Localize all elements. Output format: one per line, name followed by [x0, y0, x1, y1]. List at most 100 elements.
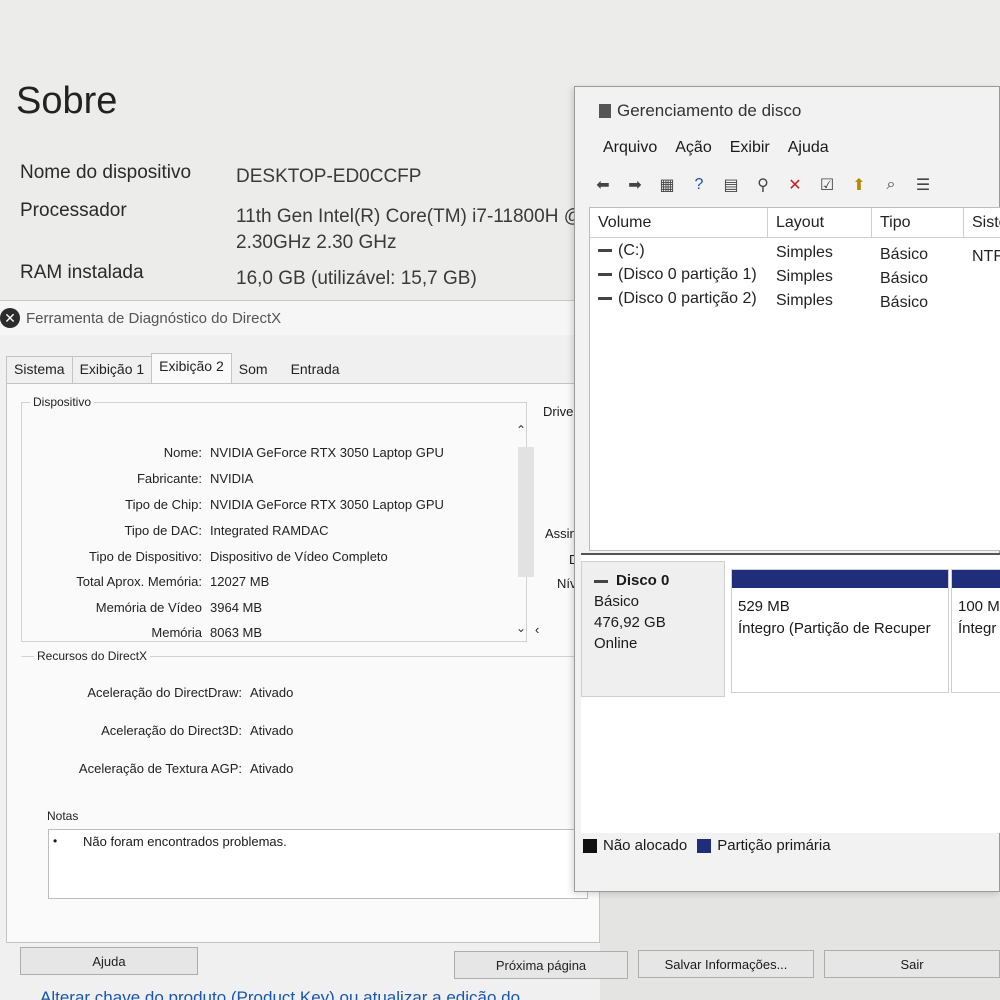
- partition-bar: [952, 570, 1000, 588]
- disk-graph-area: Disco 0 Básico 476,92 GB Online 529 MB Í…: [581, 553, 1000, 833]
- resource-value: Ativado: [250, 761, 294, 776]
- partition-status: Íntegr: [958, 620, 997, 637]
- disk-legend: Não alocado Partição primária: [583, 837, 831, 854]
- partition-text: 100 M Íntegr: [952, 588, 1000, 648]
- legend-unallocated: Não alocado: [583, 837, 687, 854]
- scroll-up-icon[interactable]: ⌃: [516, 423, 526, 437]
- connect-icon[interactable]: ⚲: [751, 173, 775, 197]
- ram-value: 16,0 GB (utilizável: 15,7 GB): [236, 268, 477, 289]
- device-scrollbar[interactable]: ⌃ ⌄: [512, 423, 534, 635]
- back-arrow-icon[interactable]: ⬅: [591, 173, 615, 197]
- notes-group: Notas • Não foram encontrados problemas.: [27, 809, 607, 914]
- device-value: 12027 MB: [210, 574, 270, 589]
- processor-value: 11th Gen Intel(R) Core(TM) i7-11800H @: [236, 206, 583, 227]
- legend-swatch: [583, 839, 597, 854]
- disk-mgmt-menubar: Arquivo Ação Exibir Ajuda: [603, 139, 829, 157]
- disk-mgmt-titlebar: Gerenciamento de disco: [575, 87, 999, 135]
- ram-label: RAM instalada: [20, 262, 144, 283]
- volume-row[interactable]: (C:): [598, 242, 645, 260]
- disk-size: 476,92 GB: [594, 614, 666, 631]
- legend-primary: Partição primária: [697, 837, 831, 854]
- device-group: Dispositivo Nome: NVIDIA GeForce RTX 305…: [21, 395, 534, 642]
- forward-arrow-icon[interactable]: ➡: [623, 173, 647, 197]
- scroll-left-icon[interactable]: ‹: [535, 622, 539, 637]
- dxdiag-title: Ferramenta de Diagnóstico do DirectX: [26, 309, 282, 327]
- disk-mgmt-toolbar: ⬅ ➡ ▦ ? ▤ ⚲ ✕ ☑ ⬆ ⌕ ☰: [591, 173, 935, 197]
- processor-value-line2: 2.30GHz 2.30 GHz: [236, 232, 397, 253]
- column-volume[interactable]: Volume: [590, 208, 768, 238]
- resource-value: Ativado: [250, 723, 294, 738]
- list-icon[interactable]: ☰: [911, 173, 935, 197]
- properties-icon[interactable]: ▤: [719, 173, 743, 197]
- help-button[interactable]: Ajuda: [20, 947, 198, 975]
- legend-label: Partição primária: [717, 837, 831, 854]
- column-layout[interactable]: Layout: [768, 208, 872, 238]
- next-page-button[interactable]: Próxima página: [454, 951, 628, 979]
- menu-ajuda[interactable]: Ajuda: [788, 139, 829, 157]
- scroll-down-icon[interactable]: ⌄: [516, 621, 526, 635]
- resource-key: Aceleração do Direct3D:: [101, 723, 242, 738]
- check-icon[interactable]: ☑: [815, 173, 839, 197]
- device-key: Nome:: [163, 445, 202, 460]
- disk-name-text: Disco 0: [616, 572, 670, 589]
- volume-type: Básico: [880, 246, 929, 263]
- tab-entrada[interactable]: Entrada: [282, 356, 348, 383]
- disk-management-window: Gerenciamento de disco Arquivo Ação Exib…: [574, 86, 1000, 892]
- dxdiag-tabs: Sistema Exibição 1 Exibição 2 Som Entrad…: [6, 353, 348, 383]
- volume-list: Volume Layout Tipo Siste (C:) Simples Bá…: [589, 207, 1000, 551]
- disk-0-info[interactable]: Disco 0 Básico 476,92 GB Online: [581, 561, 725, 697]
- console-icon[interactable]: ▦: [655, 173, 679, 197]
- up-folder-icon[interactable]: ⬆: [847, 173, 871, 197]
- save-info-button[interactable]: Salvar Informações...: [638, 950, 814, 978]
- device-value: NVIDIA GeForce RTX 3050 Laptop GPU: [210, 497, 444, 512]
- disk-type: Básico: [594, 593, 640, 610]
- device-name-label: Nome do dispositivo: [20, 162, 192, 183]
- search-icon[interactable]: ⌕: [879, 173, 903, 197]
- volume-icon: [598, 249, 612, 253]
- directx-diagnostic-window: ✕ Ferramenta de Diagnóstico do DirectX S…: [0, 300, 628, 1000]
- device-value: NVIDIA GeForce RTX 3050 Laptop GPU: [210, 445, 444, 460]
- volume-name: (Disco 0 partição 2): [618, 290, 757, 307]
- dxdiag-panel: Dispositivo Nome: NVIDIA GeForce RTX 305…: [6, 383, 600, 943]
- notes-group-title: Notas: [44, 809, 82, 823]
- partition-recovery[interactable]: 529 MB Íntegro (Partição de Recuper: [731, 569, 949, 693]
- tab-sistema[interactable]: Sistema: [6, 356, 73, 383]
- device-value: NVIDIA: [210, 471, 254, 486]
- menu-acao[interactable]: Ação: [675, 139, 711, 157]
- device-value: 8063 MB: [210, 625, 263, 640]
- column-tipo[interactable]: Tipo: [872, 208, 964, 238]
- column-sistema[interactable]: Siste: [964, 208, 1000, 238]
- volume-type: Básico: [880, 294, 929, 311]
- menu-arquivo[interactable]: Arquivo: [603, 139, 657, 157]
- disk-status: Online: [594, 635, 638, 652]
- device-key: Tipo de Chip:: [125, 497, 202, 512]
- exit-button[interactable]: Sair: [824, 950, 1000, 978]
- device-group-title: Dispositivo: [30, 395, 95, 409]
- partition-bar: [732, 570, 948, 588]
- device-key: Tipo de Dispositivo:: [89, 549, 202, 564]
- volume-layout: Simples: [776, 244, 833, 261]
- scroll-track[interactable]: [518, 447, 534, 577]
- delete-icon[interactable]: ✕: [783, 173, 807, 197]
- change-product-key-link[interactable]: Alterar chave do produto (Product Key) o…: [40, 988, 520, 1000]
- menu-exibir[interactable]: Exibir: [730, 139, 770, 157]
- volume-fs: NTF: [972, 248, 1000, 265]
- volume-icon: [598, 297, 612, 301]
- volume-icon: [598, 273, 612, 277]
- device-name-value: DESKTOP-ED0CCFP: [236, 166, 422, 187]
- tab-exibicao-1[interactable]: Exibição 1: [71, 356, 153, 383]
- volume-row[interactable]: (Disco 0 partição 2): [598, 290, 757, 308]
- device-value: Dispositivo de Vídeo Completo: [210, 549, 388, 564]
- volume-name: (Disco 0 partição 1): [618, 266, 757, 283]
- help-icon[interactable]: ?: [687, 173, 711, 197]
- disk-mgmt-app-icon: [599, 104, 611, 118]
- notes-text: Não foram encontrados problemas.: [83, 834, 287, 849]
- volume-layout: Simples: [776, 268, 833, 285]
- legend-swatch: [697, 839, 712, 854]
- bullet-icon: •: [53, 834, 58, 848]
- partition-text: 529 MB Íntegro (Partição de Recuper: [732, 588, 948, 648]
- volume-row[interactable]: (Disco 0 partição 1): [598, 266, 757, 284]
- partition-efi[interactable]: 100 M Íntegr: [951, 569, 1000, 693]
- tab-som[interactable]: Som: [230, 356, 276, 383]
- tab-exibicao-2[interactable]: Exibição 2: [151, 353, 232, 383]
